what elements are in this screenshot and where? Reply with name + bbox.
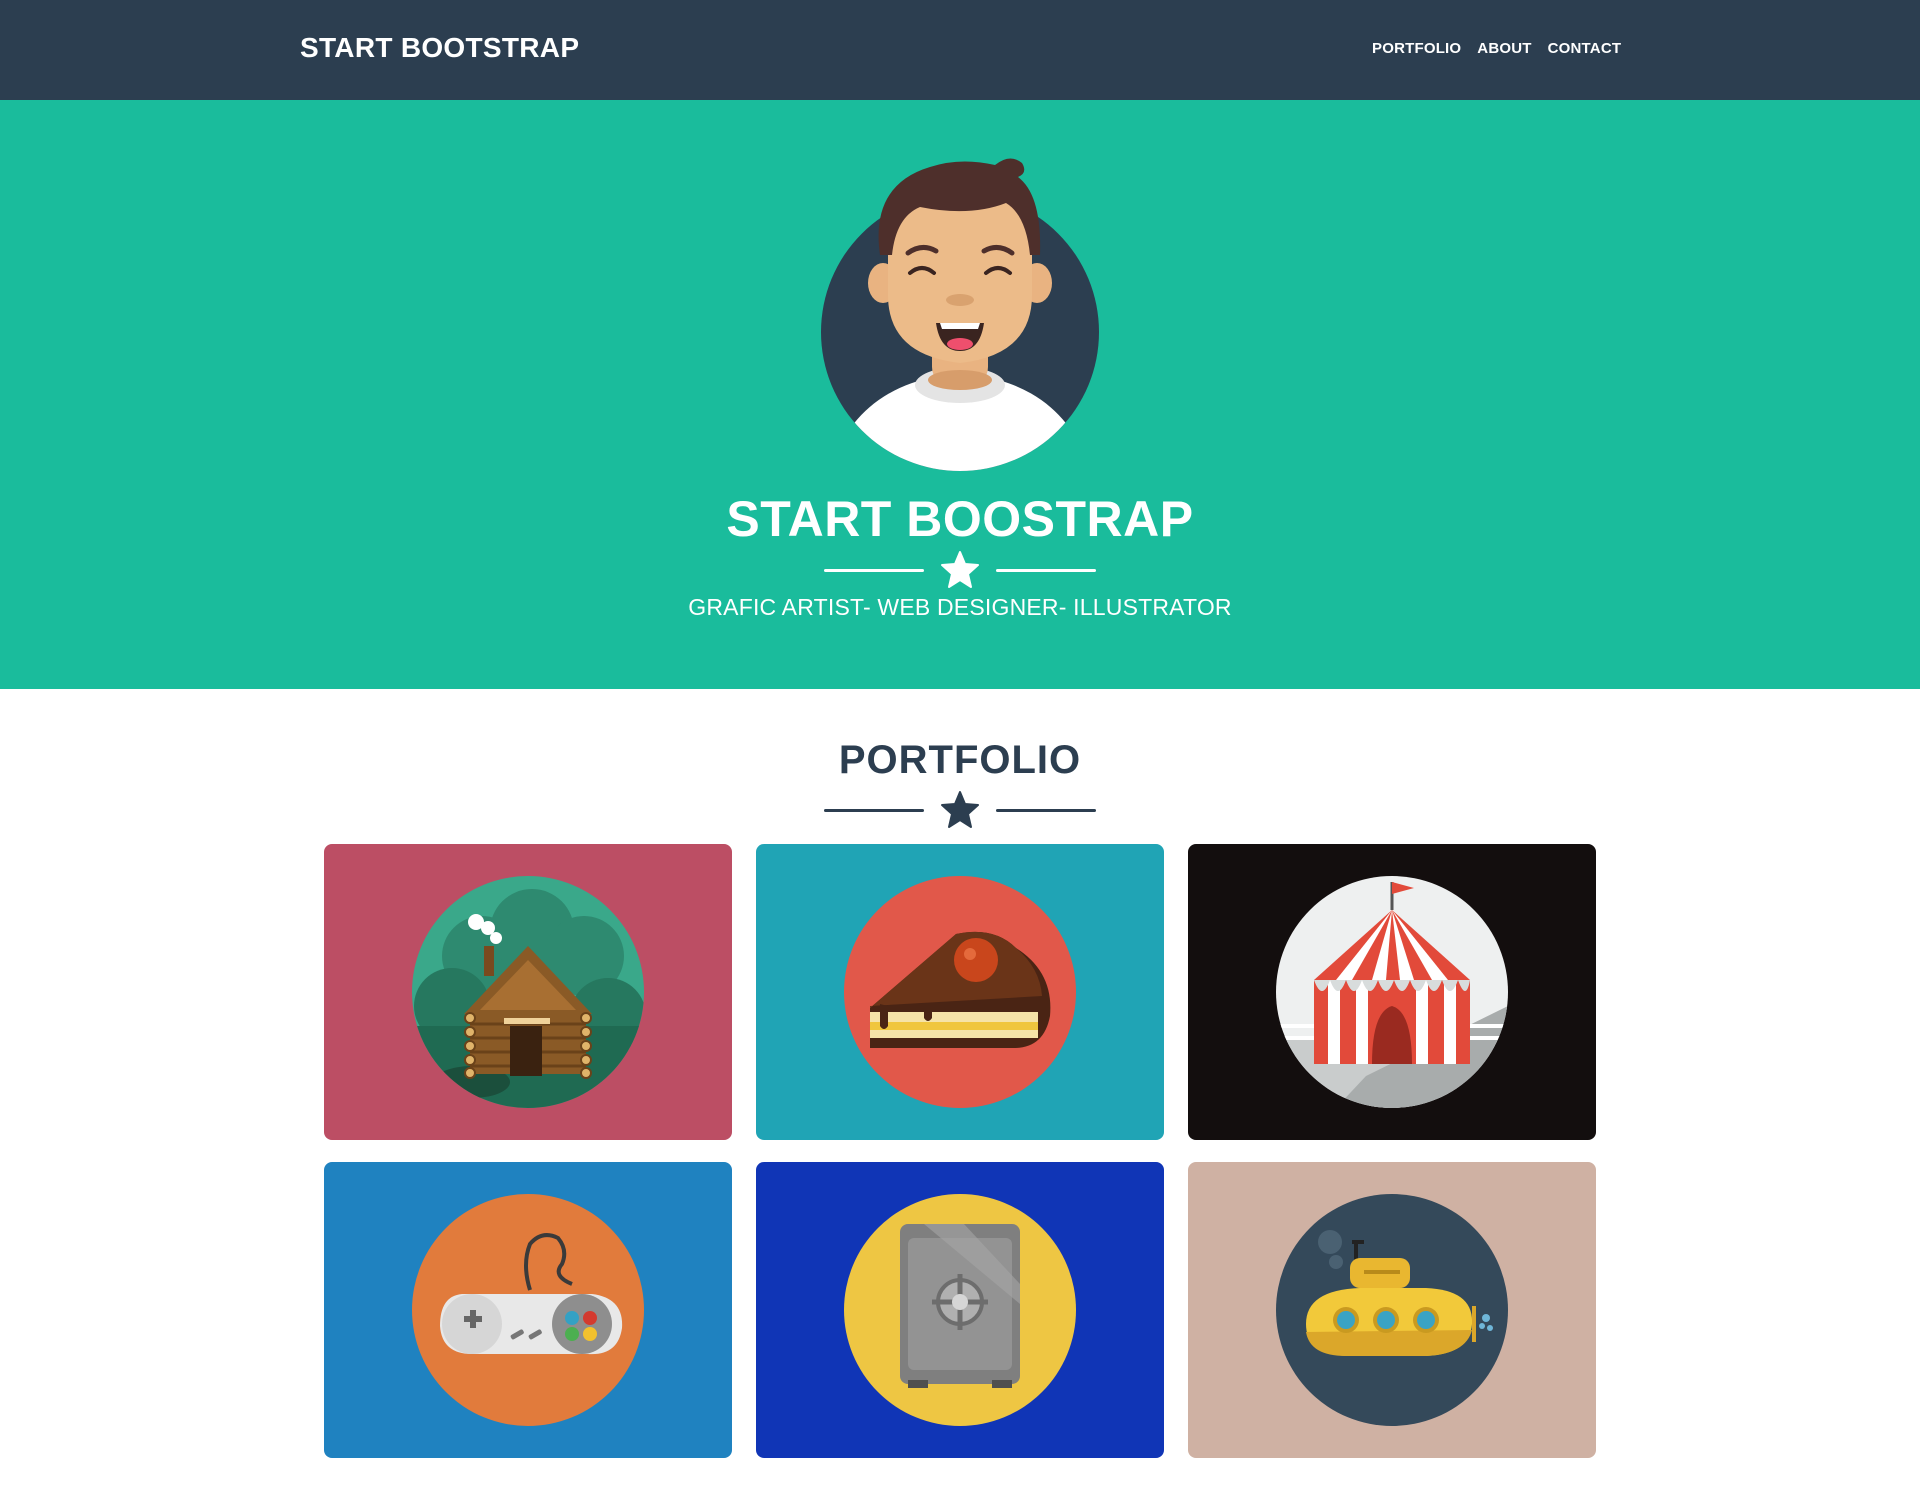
nav-link-portfolio[interactable]: PORTFOLIO <box>1372 40 1461 57</box>
circus-tent-icon <box>1276 876 1508 1108</box>
portfolio-item-cake[interactable] <box>756 844 1164 1140</box>
divider-line-left <box>824 809 924 812</box>
safe-icon <box>844 1194 1076 1426</box>
star-icon <box>941 791 979 828</box>
divider-line-right <box>996 569 1096 572</box>
submarine-icon <box>1276 1194 1508 1426</box>
cake-slice-icon <box>844 876 1076 1108</box>
nav-links: PORTFOLIO ABOUT CONTACT <box>1372 40 1621 57</box>
portfolio-grid <box>324 844 1596 1458</box>
smiling-man-avatar-icon <box>810 155 1110 475</box>
masthead-divider <box>824 550 1096 590</box>
divider-line-left <box>824 569 924 572</box>
navbar: START BOOTSTRAP PORTFOLIO ABOUT CONTACT <box>0 0 1920 100</box>
portfolio-item-safe[interactable] <box>756 1162 1164 1458</box>
brand-link[interactable]: START BOOTSTRAP <box>300 32 579 64</box>
portfolio-item-submarine[interactable] <box>1188 1162 1596 1458</box>
portfolio-item-circus[interactable] <box>1188 844 1596 1140</box>
nav-link-contact[interactable]: CONTACT <box>1548 40 1622 57</box>
portfolio-heading: PORTFOLIO <box>838 738 1082 782</box>
divider-line-right <box>996 809 1096 812</box>
masthead: START BOOSTRAP GRAFIC ARTIST- WEB DESIGN… <box>0 100 1920 689</box>
portfolio-item-controller[interactable] <box>324 1162 732 1458</box>
log-cabin-icon <box>412 876 644 1108</box>
portfolio-divider <box>824 790 1096 830</box>
portfolio-item-cabin[interactable] <box>324 844 732 1140</box>
masthead-title: START BOOSTRAP <box>726 491 1194 547</box>
masthead-subtitle: GRAFIC ARTIST- WEB DESIGNER- ILLUSTRATOR <box>688 594 1232 620</box>
star-icon <box>941 551 979 588</box>
nav-link-about[interactable]: ABOUT <box>1477 40 1531 57</box>
game-controller-icon <box>412 1194 644 1426</box>
